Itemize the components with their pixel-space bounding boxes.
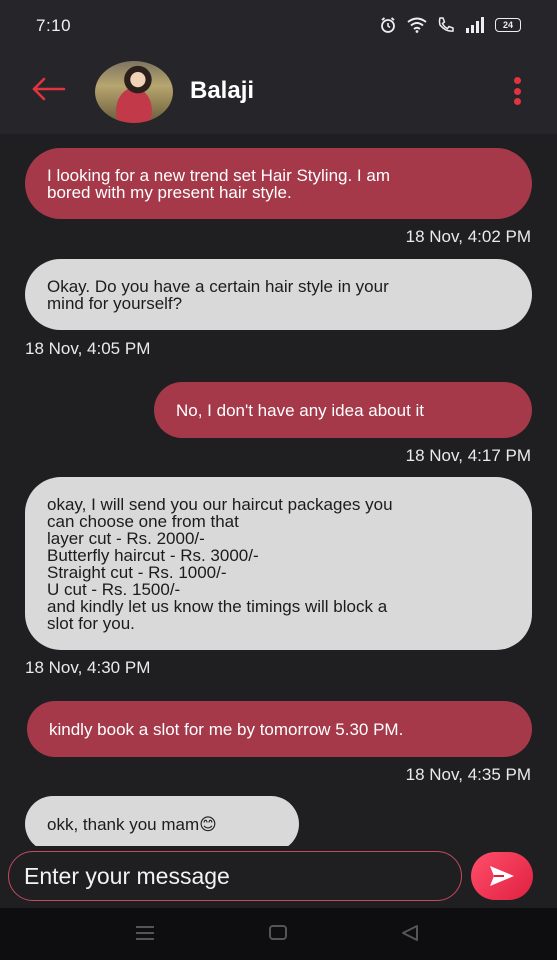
- more-vert-icon[interactable]: [511, 77, 523, 105]
- wifi-icon: [407, 17, 427, 33]
- home-nav-button[interactable]: [268, 924, 288, 947]
- status-icons: 24: [379, 16, 521, 34]
- message-text: No, I don't have any idea about it: [176, 400, 425, 420]
- back-button[interactable]: [30, 74, 66, 104]
- message-timestamp: 18 Nov, 4:05 PM: [25, 339, 151, 358]
- send-icon: [490, 866, 514, 886]
- message-timestamp: 18 Nov, 4:35 PM: [405, 765, 531, 784]
- system-nav-bar: [0, 908, 557, 960]
- message-bubble-sent: I looking for a new trend set Hair Styli…: [25, 148, 532, 219]
- message-bubble-received: okay, I will send you our haircut packag…: [25, 477, 532, 650]
- message-timestamp: 18 Nov, 4:17 PM: [405, 446, 531, 465]
- home-square-icon: [269, 925, 287, 940]
- back-nav-button[interactable]: [400, 924, 420, 947]
- message-bubble-sent: kindly book a slot for me by tomorrow 5.…: [27, 701, 532, 757]
- contact-name: Balaji: [190, 77, 255, 104]
- message-timestamp: 18 Nov, 4:02 PM: [405, 227, 531, 246]
- message-bubble-sent: No, I don't have any idea about it: [154, 382, 532, 438]
- message-text: okk, thank you mam😊: [47, 814, 217, 834]
- message-timestamp: 18 Nov, 4:30 PM: [25, 658, 151, 677]
- message-text: Okay. Do you have a certain hair style i…: [47, 276, 389, 313]
- message-list[interactable]: I looking for a new trend set Hair Styli…: [0, 134, 557, 846]
- status-time: 7:10: [36, 16, 72, 35]
- alarm-icon: [381, 17, 395, 33]
- message-text: I looking for a new trend set Hair Styli…: [47, 165, 390, 202]
- message-bubble-received: Okay. Do you have a certain hair style i…: [25, 259, 532, 330]
- contact-avatar[interactable]: [95, 61, 173, 123]
- battery-indicator: 24: [495, 18, 521, 32]
- message-text: okay, I will send you our haircut packag…: [47, 494, 393, 633]
- menu-nav-button[interactable]: [134, 924, 156, 947]
- status-bar: 7:10 24: [0, 0, 557, 52]
- message-text: kindly book a slot for me by tomorrow 5.…: [49, 719, 404, 739]
- signal-icon: [466, 17, 484, 33]
- back-arrow-icon: [32, 77, 66, 101]
- send-button[interactable]: [471, 852, 533, 900]
- chat-header: Balaji: [0, 52, 557, 134]
- composer: [0, 846, 557, 908]
- menu-icon: [136, 926, 154, 940]
- message-bubble-received: okk, thank you mam😊: [25, 796, 299, 846]
- call-icon: [438, 17, 454, 32]
- back-triangle-icon: [402, 925, 418, 941]
- message-input[interactable]: [8, 851, 462, 901]
